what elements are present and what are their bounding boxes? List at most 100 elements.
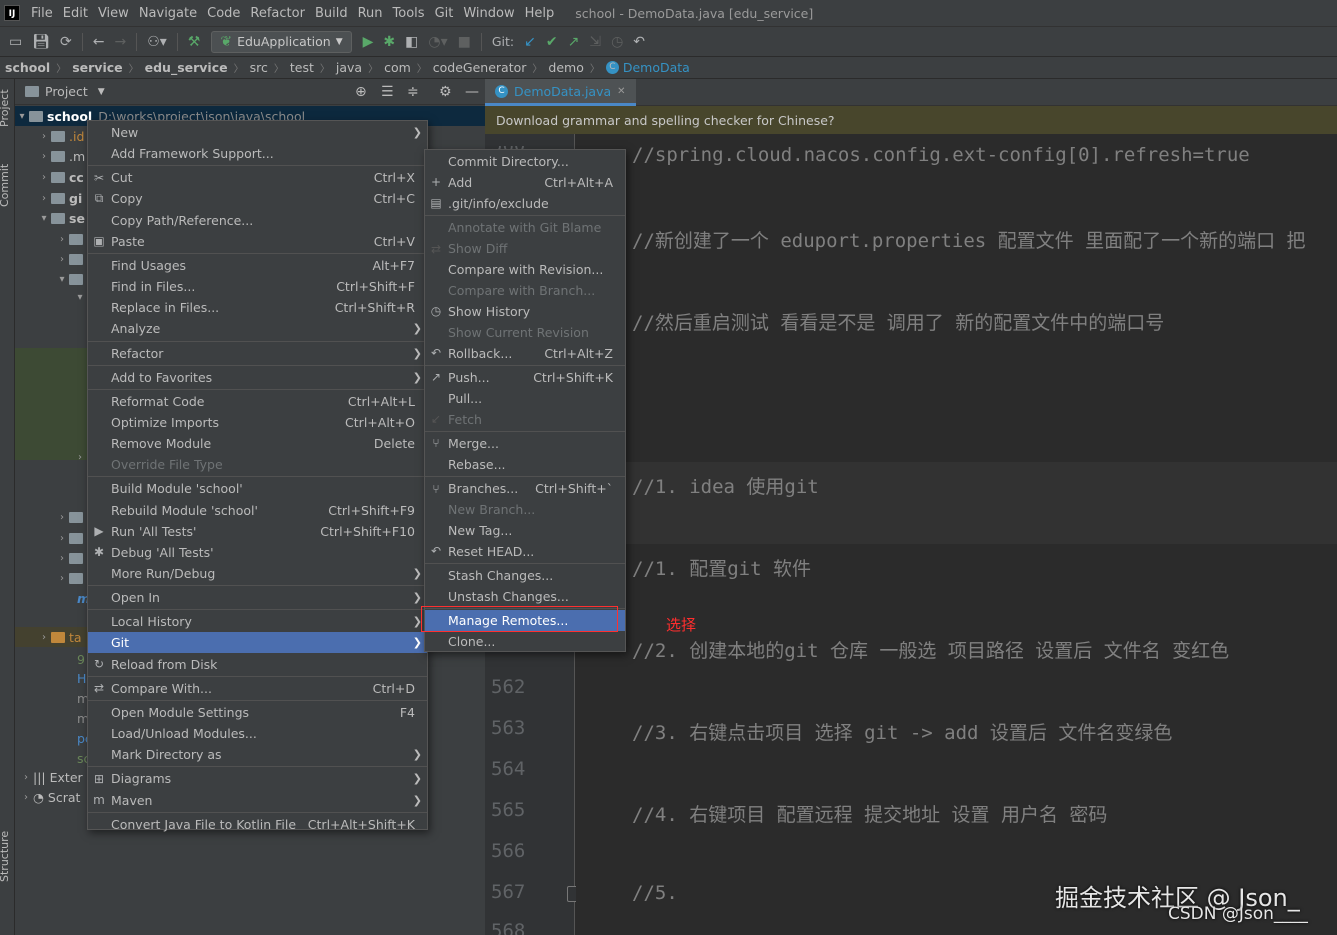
run-icon[interactable]: ▶ [363,34,374,50]
menu-item-copy-path-reference[interactable]: Copy Path/Reference... [88,210,427,231]
menu-item-remove-module[interactable]: Remove Module Delete [88,433,427,454]
tree-row[interactable]: › [55,229,87,249]
menu-item-git-info-exclude[interactable]: ▤ .git/info/exclude [425,193,625,214]
menu-item-debug-all-tests[interactable]: ✱ Debug 'All Tests' [88,542,427,563]
open-folder-icon[interactable]: ▭ [9,34,22,50]
tree-row[interactable]: › [73,447,87,467]
commit-tool-tab[interactable]: Commit [0,164,11,207]
tree-row[interactable]: › [55,507,87,527]
menu-item-new-branch[interactable]: New Branch... [425,499,625,520]
tree-row[interactable]: › [55,548,87,568]
breadcrumb-item[interactable]: edu_service [145,60,228,75]
code-editor[interactable]: //spring.cloud.nacos.config.ext-config[0… [576,134,1337,935]
tree-row[interactable]: 9 [77,649,85,669]
menu-item-rebase[interactable]: Rebase... [425,454,625,475]
gear-icon[interactable]: ⚙ [439,84,452,100]
menu-view[interactable]: View [93,6,134,21]
menu-item-branches[interactable]: ⑂ Branches... Ctrl+Shift+` [425,478,625,499]
menu-item-git[interactable]: Git ❯ [88,632,427,654]
menu-navigate[interactable]: Navigate [134,6,202,21]
menu-item-build-module-school[interactable]: Build Module 'school' [88,478,427,499]
tree-row[interactable]: › [55,249,87,269]
menu-item-reformat-code[interactable]: Reformat Code Ctrl+Alt+L [88,391,427,412]
menu-build[interactable]: Build [310,6,353,21]
menu-item-new[interactable]: New ❯ [88,122,427,143]
menu-item-rebuild-module-school[interactable]: Rebuild Module 'school' Ctrl+Shift+F9 [88,500,427,521]
menu-item-fetch[interactable]: ↙ Fetch [425,409,625,430]
menu-item-open-module-settings[interactable]: Open Module Settings F4 [88,702,427,723]
menu-edit[interactable]: Edit [58,6,93,21]
breadcrumb-item[interactable]: DemoData [623,60,690,75]
menu-item-load-unload-modules[interactable]: Load/Unload Modules... [88,723,427,744]
debug-icon[interactable]: ✱ [383,34,395,50]
build-hammer-icon[interactable]: ⚒ [188,34,201,50]
menu-item-analyze[interactable]: Analyze ❯ [88,318,427,339]
breadcrumb-item[interactable]: com [384,60,411,75]
git-push-icon[interactable]: ↗ [568,34,580,50]
collapse-all-icon[interactable]: ≑ [407,84,419,100]
coverage-icon[interactable]: ◧ [405,34,418,50]
tree-row[interactable]: › ta [15,627,88,647]
expand-all-icon[interactable]: ☰ [381,84,394,100]
menu-item-show-diff[interactable]: ⇄ Show Diff [425,238,625,259]
menu-item-show-history[interactable]: ◷ Show History [425,301,625,322]
tree-row[interactable]: › cc [37,167,84,187]
menu-item-merge[interactable]: ⑂ Merge... [425,433,625,454]
tree-row[interactable]: ▾ [55,269,87,289]
tree-row[interactable]: › ◔ Scrat [19,787,80,807]
menu-item-compare-with-revision[interactable]: Compare with Revision... [425,259,625,280]
menu-item-diagrams[interactable]: ⊞ Diagrams ❯ [88,768,427,789]
breadcrumb-item[interactable]: service [72,60,122,75]
menu-item-replace-in-files[interactable]: Replace in Files... Ctrl+Shift+R [88,297,427,318]
git-update-icon[interactable]: ↙ [524,34,536,50]
menu-item-rollback[interactable]: ↶ Rollback... Ctrl+Alt+Z [425,343,625,364]
notification-text[interactable]: Download grammar and spelling checker fo… [496,113,835,128]
menu-item-open-in[interactable]: Open In ❯ [88,587,427,608]
menu-run[interactable]: Run [353,6,388,21]
menu-item-mark-directory-as[interactable]: Mark Directory as ❯ [88,744,427,765]
tree-row[interactable]: › [55,568,87,588]
menu-item-compare-with-branch[interactable]: Compare with Branch... [425,280,625,301]
menu-item-optimize-imports[interactable]: Optimize Imports Ctrl+Alt+O [88,412,427,433]
menu-item-unstash-changes[interactable]: Unstash Changes... [425,586,625,607]
menu-item-more-run-debug[interactable]: More Run/Debug ❯ [88,563,427,584]
breadcrumb-item[interactable]: java [336,60,362,75]
menu-item-reload-from-disk[interactable]: ↻ Reload from Disk [88,654,427,675]
save-all-icon[interactable]: 💾︎ [32,34,50,50]
structure-tool-tab[interactable]: Structure [0,831,11,882]
menu-item-copy[interactable]: ⧉ Copy Ctrl+C [88,188,427,209]
tree-row[interactable]: › gi [37,188,82,208]
git-compare-icon[interactable]: ⇲ [589,34,601,50]
hide-panel-icon[interactable]: — [465,84,479,100]
menu-item-add-framework-support[interactable]: Add Framework Support... [88,143,427,164]
tree-row[interactable]: ▾ [73,287,87,307]
menu-item-compare-with[interactable]: ⇄ Compare With... Ctrl+D [88,678,427,699]
breadcrumb-item[interactable]: codeGenerator [433,60,527,75]
chevron-down-icon[interactable]: ▼ [98,87,105,97]
tree-row[interactable]: › ||| Exter [19,767,83,787]
menu-item-commit-directory[interactable]: Commit Directory... [425,151,625,172]
menu-window[interactable]: Window [458,6,519,21]
breadcrumb-item[interactable]: school [5,60,50,75]
tree-row[interactable]: ▾ se [37,208,84,228]
editor-tab-demodata[interactable]: C DemoData.java ✕ [485,79,636,106]
menu-item-convert-java-file-to-kotlin-file[interactable]: Convert Java File to Kotlin File Ctrl+Alt… [88,814,427,835]
menu-item-new-tag[interactable]: New Tag... [425,520,625,541]
user-icon[interactable]: ⚇▾ [147,34,167,50]
menu-item-find-usages[interactable]: Find Usages Alt+F7 [88,255,427,276]
tree-row[interactable]: › [55,528,87,548]
profile-icon[interactable]: ◔▾ [428,34,447,50]
tree-row[interactable]: › .m [37,146,85,166]
menu-item-add-to-favorites[interactable]: Add to Favorites ❯ [88,367,427,388]
menu-item-maven[interactable]: m Maven ❯ [88,790,427,811]
git-rollback-icon[interactable]: ↶ [633,34,645,50]
locate-icon[interactable]: ⊕ [355,84,367,100]
tree-row[interactable]: › .id [37,126,84,146]
run-configuration-select[interactable]: ❦ EduApplication ▼ [211,30,352,53]
menu-item-pull[interactable]: Pull... [425,388,625,409]
git-commit-icon[interactable]: ✔ [546,34,558,50]
menu-git[interactable]: Git [430,6,459,21]
breadcrumb-item[interactable]: demo [548,60,583,75]
menu-item-override-file-type[interactable]: Override File Type [88,454,427,475]
menu-item-show-current-revision[interactable]: Show Current Revision [425,322,625,343]
